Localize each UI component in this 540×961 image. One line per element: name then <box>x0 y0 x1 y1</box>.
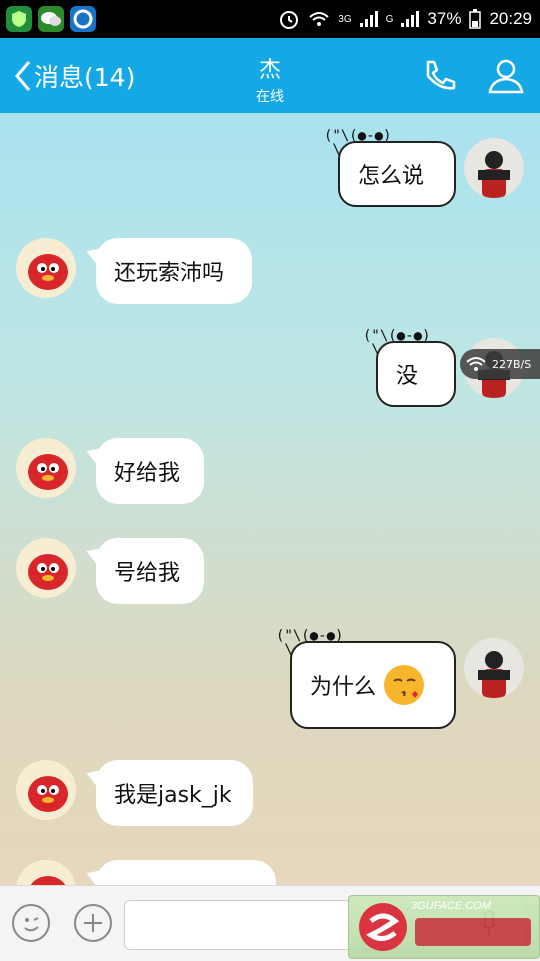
smiley-icon <box>24 917 39 932</box>
wechat-icon <box>38 6 64 32</box>
status-left <box>6 6 96 32</box>
my-avatar[interactable] <box>464 638 524 698</box>
message-bubble-outgoing[interactable]: 为什么 <box>290 641 456 729</box>
speed-text: 227B/S <box>492 357 532 371</box>
message-bubble-incoming[interactable] <box>96 860 276 885</box>
message-bubble-outgoing[interactable]: 怎么说 <box>338 141 456 207</box>
message-bubble-incoming[interactable]: 号给我 <box>96 538 204 604</box>
contact-avatar[interactable] <box>16 538 76 598</box>
message-text: 好给我 <box>114 461 181 486</box>
status-bar: 3G G 37% 20:29 <box>0 0 540 38</box>
message-bubble-incoming[interactable]: 我是jask_jk <box>96 760 253 826</box>
status-right: 3G G 37% 20:29 <box>278 8 532 30</box>
message-bubble-incoming[interactable]: 还玩索沛吗 <box>96 238 252 304</box>
watermark-text: 3GUFACE.COM <box>411 900 491 912</box>
message-bubble-incoming[interactable]: 好给我 <box>96 438 204 504</box>
watermark-logo: 3GUFACE.COM <box>348 895 540 959</box>
network-speed-overlay: 227B/S <box>460 349 540 379</box>
plus-button[interactable] <box>74 904 112 942</box>
message-bubble-outgoing[interactable]: 没 <box>376 341 456 407</box>
message-text: 为什么 <box>310 675 377 700</box>
contact-avatar[interactable] <box>16 860 76 885</box>
battery-percent: 37% <box>427 9 462 28</box>
plus-icon <box>84 914 102 932</box>
message-text: 没 <box>396 364 419 389</box>
contact-avatar[interactable] <box>16 238 76 298</box>
call-button[interactable] <box>420 56 460 96</box>
chat-area[interactable]: ("\(●-●) \ / o 怎么说 还玩索沛吗 ("\(●-●) \ / o … <box>0 113 540 885</box>
shield-icon <box>6 6 32 32</box>
message-text: 号给我 <box>114 561 181 586</box>
network-type-2: G <box>385 13 394 25</box>
contact-avatar[interactable] <box>16 438 76 498</box>
kiss-emoji-icon <box>384 665 425 705</box>
network-type-1: 3G <box>338 13 352 25</box>
clock: 20:29 <box>489 9 532 28</box>
my-avatar[interactable] <box>464 138 524 198</box>
wifi-icon <box>309 12 329 26</box>
wifi-icon <box>466 357 486 371</box>
qq-browser-icon <box>70 6 96 32</box>
person-icon <box>488 59 524 94</box>
emoji-button[interactable] <box>12 904 50 942</box>
watermark-banner <box>415 918 531 946</box>
contact-avatar[interactable] <box>16 760 76 820</box>
message-text: 还玩索沛吗 <box>114 261 225 286</box>
battery-icon <box>469 9 482 29</box>
signal-icon-1 <box>359 11 378 27</box>
message-text: 我是jask_jk <box>114 783 232 808</box>
chat-header: 消息(14) 杰 在线 <box>0 38 540 113</box>
alarm-icon <box>280 11 299 29</box>
message-text: 怎么说 <box>358 164 425 189</box>
watermark-emblem-icon <box>359 903 407 951</box>
phone-icon <box>426 60 456 90</box>
signal-icon-2 <box>401 11 420 27</box>
profile-button[interactable] <box>486 56 526 96</box>
